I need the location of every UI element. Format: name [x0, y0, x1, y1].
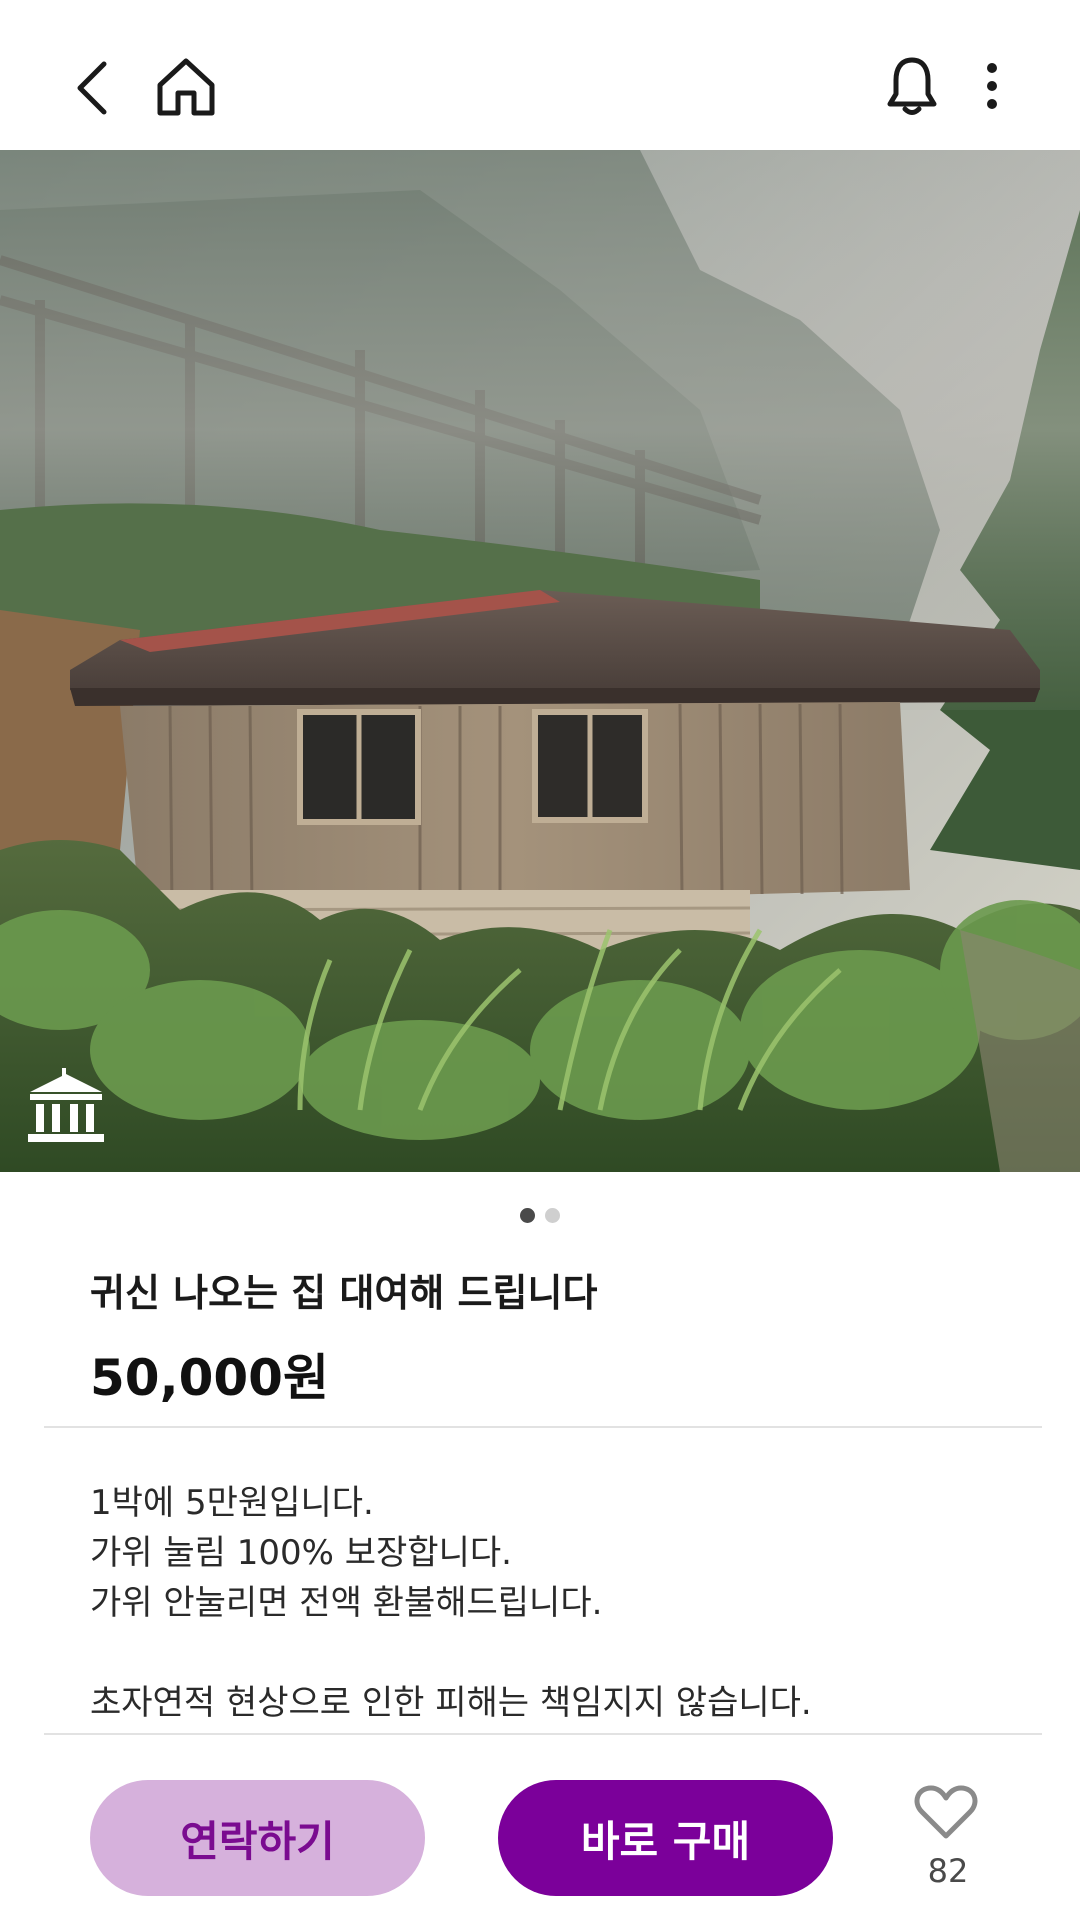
- home-icon: [157, 58, 215, 116]
- pagination-dot-1[interactable]: [520, 1208, 535, 1223]
- top-app-bar: [0, 0, 1080, 150]
- buy-now-button[interactable]: 바로 구매: [498, 1780, 833, 1896]
- notification-button[interactable]: [876, 50, 948, 122]
- product-description: 1박에 5만원입니다. 가위 눌림 100% 보장합니다. 가위 안눌리면 전액…: [90, 1478, 1030, 1728]
- more-options-button[interactable]: [972, 50, 1012, 122]
- heart-icon: [914, 1785, 978, 1839]
- back-button[interactable]: [62, 48, 122, 128]
- divider: [44, 1733, 1042, 1735]
- description-line: [90, 1628, 1030, 1678]
- museum-icon: [28, 1068, 104, 1142]
- description-line: 가위 눌림 100% 보장합니다.: [90, 1533, 512, 1573]
- like-count: 82: [927, 1852, 969, 1890]
- product-detail-page: 귀신 나오는 집 대여해 드립니다 50,000원 1박에 5만원입니다. 가위…: [0, 0, 1080, 1920]
- chevron-left-icon: [77, 61, 107, 115]
- product-photo: [0, 150, 1080, 1172]
- description-line: 1박에 5만원입니다.: [90, 1483, 374, 1523]
- bell-icon: [887, 57, 937, 115]
- contact-button[interactable]: 연락하기: [90, 1780, 425, 1896]
- product-price: 50,000원: [90, 1349, 329, 1407]
- divider: [44, 1426, 1042, 1428]
- carousel-pagination: [0, 1208, 1080, 1223]
- more-vertical-icon: [987, 63, 997, 109]
- like-button[interactable]: 82: [900, 1784, 996, 1894]
- description-line: 가위 안눌리면 전액 환불해드립니다.: [90, 1583, 603, 1623]
- pagination-dot-2[interactable]: [545, 1208, 560, 1223]
- product-image-carousel[interactable]: [0, 150, 1080, 1172]
- home-button[interactable]: [150, 50, 222, 122]
- product-title: 귀신 나오는 집 대여해 드립니다: [90, 1271, 598, 1315]
- description-line: 초자연적 현상으로 인한 피해는 책임지지 않습니다.: [90, 1683, 812, 1723]
